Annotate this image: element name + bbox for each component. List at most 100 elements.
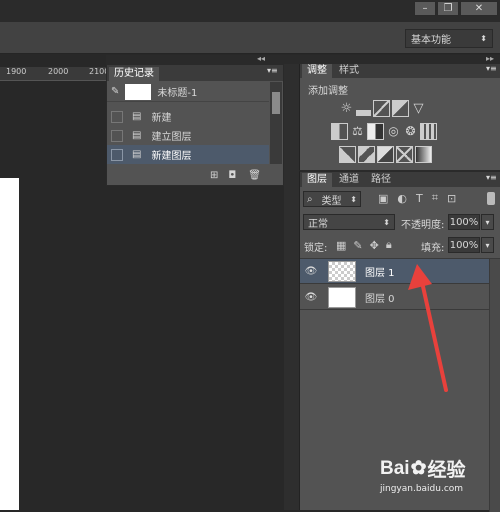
fill-value: 100% [449,239,479,251]
tab-layers[interactable]: 图层 [302,173,332,187]
watermark-brand2: 经验 [427,460,466,481]
opacity-dropdown[interactable]: ▾ [481,214,494,230]
blend-mode-select[interactable]: 正常 ⬍ [303,214,395,230]
filter-adjustment-icon[interactable]: ◐ [397,192,407,205]
layer-filter-select[interactable]: ⌕ 类型 ⬍ [303,191,361,207]
threshold-icon[interactable] [377,146,394,163]
lock-icons: ▦ ✎ ✥ 🔒︎ [336,238,399,252]
panel-menu-icon[interactable]: ▾≡ [486,173,497,182]
adjustments-panel: 调整 样式 ▾≡ 添加调整 ☼ ▽ ⚖ ◎ ❂ [299,64,500,170]
posterize-icon[interactable] [358,146,375,163]
canvas-area-lower[interactable] [106,186,284,510]
visibility-eye-icon[interactable]: 👁︎ [300,292,322,303]
collapse-right-icon[interactable]: ▸▸ [486,54,494,63]
close-icon: ✕ [474,3,484,14]
history-checkbox[interactable] [111,148,123,161]
opacity-label: 不透明度: [401,220,445,231]
layer-row[interactable]: 👁︎ 图层 0 [300,285,489,310]
fill-label: 填充: [421,243,445,254]
new-document-icon[interactable]: ⊞ [210,170,218,181]
brightness-icon[interactable]: ☼ [339,101,354,116]
blend-mode-label: 正常 [308,218,328,230]
layer-row-selected[interactable]: 👁︎ 图层 1 [300,259,489,284]
gradient-triangle-icon[interactable]: ▽ [411,101,426,116]
color-lookup-icon[interactable] [420,123,437,140]
history-snapshot[interactable]: ✎ 未标题-1 [107,82,269,102]
add-adjustment-label: 添加调整 [308,86,348,97]
minimize-button[interactable]: – [414,1,436,16]
levels-icon[interactable] [356,101,371,116]
watermark-url: jingyan.baidu.com [380,484,464,494]
tab-adjustments[interactable]: 调整 [302,64,332,78]
history-item-label: 建立图层 [151,132,192,143]
filter-pixel-icon[interactable]: ▣ [378,192,388,205]
history-checkbox[interactable] [111,110,123,123]
lock-move-icon[interactable]: ✥ [370,239,379,252]
annotation-arrow [408,264,448,392]
lock-all-icon[interactable]: 🔒︎ [386,238,392,252]
chevron-down-icon: ⬍ [350,194,357,204]
history-scrollbar[interactable] [270,82,282,164]
ruler-label: 1900 [6,67,27,76]
adjustment-row: ☼ ▽ [338,100,427,117]
workspace-select[interactable]: 基本功能 ⬍ [405,29,493,48]
adjustment-row: ⚖ ◎ ❂ [330,123,438,140]
close-button[interactable]: ✕ [460,1,498,16]
curves-icon[interactable] [373,100,390,117]
history-item[interactable]: ▤ 新建 [107,107,269,126]
opacity-field[interactable]: 100% [448,214,480,230]
tab-styles[interactable]: 样式 [334,64,364,78]
document-canvas[interactable] [0,178,19,510]
dock-divider [284,64,299,510]
filter-shape-icon[interactable]: ⌗ [432,191,438,205]
panel-menu-icon[interactable]: ▾≡ [486,64,497,73]
panel-menu-icon[interactable]: ▾≡ [267,66,278,75]
history-checkbox[interactable] [111,129,123,142]
lock-label: 锁定: [304,243,328,254]
snapshot-label: 未标题-1 [157,88,198,99]
exposure-icon[interactable] [392,100,409,117]
scroll-thumb[interactable] [272,92,280,114]
watermark-brand: Bai [380,457,410,479]
ruler-label: 2000 [48,67,69,76]
lock-transparency-icon[interactable]: ▦ [336,239,346,252]
arrow-shaft [420,280,448,392]
visibility-eye-icon[interactable]: 👁︎ [300,266,322,277]
snapshot-camera-icon[interactable]: ◘ [228,170,236,181]
tab-history[interactable]: 历史记录 [109,67,159,81]
watermark: Bai ✿ 经验 jingyan.baidu.com [380,455,498,507]
photo-filter-icon[interactable]: ◎ [386,124,401,139]
selective-color-icon[interactable] [396,146,413,163]
balance-icon[interactable]: ⚖ [350,124,365,139]
snapshot-brush-icon: ✎ [111,86,120,97]
paw-icon: ✿ [410,458,427,479]
history-state-icon: ▤ [132,130,142,141]
history-tabbar: 历史记录 ▾≡ [107,65,283,81]
black-white-icon[interactable] [367,123,384,140]
adjustment-row [338,146,433,163]
filter-text-icon[interactable]: T [416,192,423,205]
history-panel: 历史记录 ▾≡ ✎ 未标题-1 ▤ 新建 ▤ 建立图层 ▤ 新建图层 ⊞ ◘ 🗑 [106,64,284,186]
filter-smart-icon[interactable]: ⊡ [447,192,456,205]
restore-icon: ❐ [443,3,453,14]
history-item-label: 新建 [151,113,172,124]
tab-paths[interactable]: 路径 [366,173,396,187]
filter-toggle[interactable] [487,192,495,205]
gradient-map-icon[interactable] [415,146,432,163]
history-item-label: 新建图层 [151,151,192,162]
history-item-selected[interactable]: ▤ 新建图层 [107,145,269,164]
invert-icon[interactable] [339,146,356,163]
chevron-down-icon: ⬍ [383,217,390,227]
fill-field[interactable]: 100% [448,237,480,253]
collapse-icon[interactable]: ◂◂ [257,54,265,63]
layer-thumbnail [328,286,356,308]
fill-dropdown[interactable]: ▾ [481,237,494,253]
history-item[interactable]: ▤ 建立图层 [107,126,269,145]
lock-brush-icon[interactable]: ✎ [353,239,362,252]
restore-button[interactable]: ❐ [437,1,459,16]
vibrance-icon[interactable] [331,123,348,140]
channel-mixer-icon[interactable]: ❂ [403,124,418,139]
tab-channels[interactable]: 通道 [334,173,364,187]
panel-header-strip [106,55,500,64]
trash-icon[interactable]: 🗑 [248,170,261,181]
